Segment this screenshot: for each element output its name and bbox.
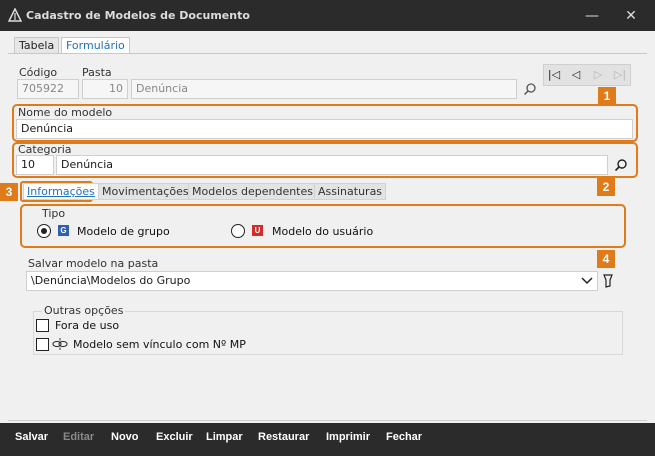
limpar-button[interactable]: Limpar (206, 431, 243, 443)
modelo-grupo-label[interactable]: Modelo de grupo (77, 225, 170, 238)
tab-formulario[interactable]: Formulário (61, 37, 130, 54)
salvar-pasta-label: Salvar modelo na pasta (28, 257, 159, 270)
categoria-number-field[interactable]: 10 (16, 155, 54, 175)
window-client: Tabela Formulário Código Pasta 705922 10… (0, 31, 655, 423)
bottom-toolbar: Salvar Editar Novo Excluir Limpar Restau… (0, 423, 655, 456)
callout-badge-3: 3 (0, 183, 18, 201)
first-record-icon[interactable]: |◁ (544, 65, 564, 85)
imprimir-button[interactable]: Imprimir (326, 431, 370, 443)
broken-link-icon (52, 338, 68, 350)
fora-de-uso-checkbox[interactable] (36, 319, 49, 332)
last-record-icon: ▷| (613, 68, 627, 81)
app-logo-icon (8, 8, 22, 22)
pasta-search-icon[interactable] (523, 82, 537, 96)
editar-button: Editar (63, 431, 95, 443)
next-record-icon: ▷ (593, 68, 603, 81)
pasta-label: Pasta (82, 66, 112, 79)
callout-badge-1: 1 (598, 87, 616, 105)
minimize-button[interactable]: — (582, 6, 602, 26)
subtab-modelos-dependentes[interactable]: Modelos dependentes (188, 183, 317, 200)
nome-modelo-input[interactable]: Denúncia (16, 119, 633, 139)
record-navigator: |◁ ◁ ▷ ▷| (543, 64, 631, 86)
sem-vinculo-label[interactable]: Modelo sem vínculo com Nº MP (73, 338, 246, 351)
group-icon: G (58, 225, 69, 236)
subtab-movimentacoes[interactable]: Movimentações (98, 183, 193, 200)
callout-badge-4: 4 (597, 250, 615, 268)
nome-modelo-label: Nome do modelo (18, 106, 113, 119)
subtab-informacoes[interactable]: Informações (23, 183, 99, 200)
fora-de-uso-label[interactable]: Fora de uso (55, 319, 119, 332)
user-icon: U (252, 225, 263, 236)
close-button[interactable]: ✕ (621, 6, 641, 26)
restaurar-button[interactable]: Restaurar (258, 431, 309, 443)
modelo-usuario-label[interactable]: Modelo do usuário (272, 225, 373, 238)
categoria-name-field[interactable]: Denúncia (56, 155, 608, 175)
tab-tabela[interactable]: Tabela (14, 37, 60, 54)
salvar-button[interactable]: Salvar (15, 431, 48, 443)
salvar-pasta-select[interactable]: \Denúncia\Modelos do Grupo (26, 271, 598, 291)
subtab-assinaturas[interactable]: Assinaturas (314, 183, 387, 200)
title-bar: Cadastro de Modelos de Documento — ✕ (0, 0, 655, 31)
window-title: Cadastro de Modelos de Documento (26, 9, 250, 22)
codigo-label: Código (19, 66, 58, 79)
radio-modelo-grupo[interactable] (37, 224, 51, 238)
tipo-label: Tipo (42, 207, 66, 220)
client-bottom-border (8, 420, 647, 421)
sem-vinculo-checkbox[interactable] (36, 338, 49, 351)
categoria-search-icon[interactable] (614, 158, 628, 172)
callout-badge-2: 2 (597, 178, 615, 196)
clear-pasta-icon[interactable] (603, 274, 613, 288)
prev-record-icon[interactable]: ◁ (566, 65, 586, 85)
excluir-button[interactable]: Excluir (156, 431, 193, 443)
codigo-field[interactable]: 705922 (17, 79, 79, 99)
pasta-number-field[interactable]: 10 (82, 79, 128, 99)
novo-button[interactable]: Novo (111, 431, 139, 443)
outras-opcoes-label: Outras opções (42, 304, 126, 317)
fechar-button[interactable]: Fechar (386, 431, 422, 443)
radio-modelo-usuario[interactable] (231, 224, 245, 238)
pasta-name-field[interactable]: Denúncia (131, 79, 517, 99)
chevron-down-icon[interactable] (581, 276, 593, 286)
tab-divider (8, 53, 647, 54)
